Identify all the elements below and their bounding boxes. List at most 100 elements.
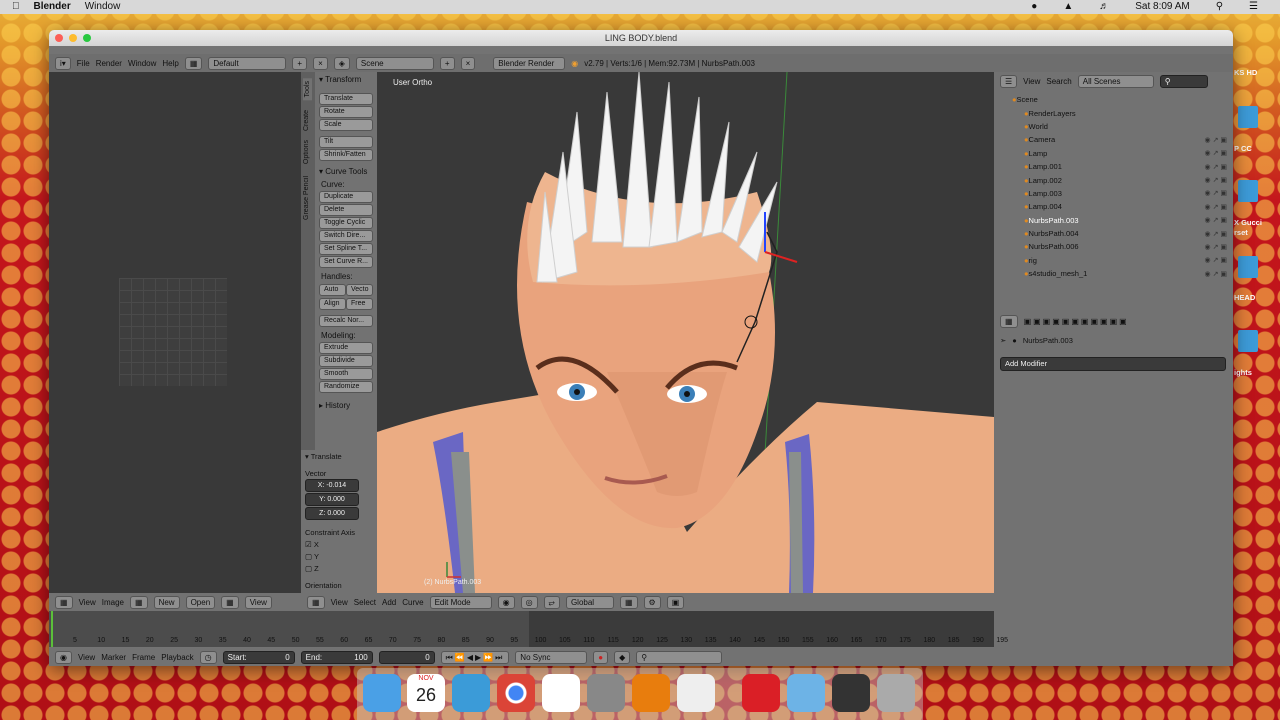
subdivide-button[interactable]: Subdivide — [319, 355, 373, 367]
constraint-x-checkbox[interactable]: ☑ X — [305, 540, 373, 549]
shading-icon[interactable]: ◉ — [497, 595, 515, 609]
add-modifier-button[interactable]: Add Modifier — [1000, 357, 1226, 371]
menu-render[interactable]: Render — [96, 59, 122, 68]
browse-image-icon[interactable]: ▦ — [130, 595, 148, 609]
outliner-item[interactable]: ● Lamp ◉ ↗ ▣ — [994, 147, 1233, 160]
volume-icon[interactable]: ♬ — [1099, 0, 1109, 14]
visibility-toggle-icons[interactable]: ◉ ↗ ▣ — [1205, 163, 1227, 171]
visibility-toggle-icons[interactable]: ◉ ↗ ▣ — [1205, 203, 1227, 211]
switch-direction-button[interactable]: Switch Dire... — [319, 230, 373, 242]
viewport-select-menu[interactable]: Select — [354, 598, 376, 607]
vector-x-field[interactable]: X: -0.014 — [305, 479, 359, 492]
scene-icon[interactable]: ◈ — [333, 56, 350, 70]
pivot-icon[interactable]: ◎ — [520, 595, 538, 609]
photos-icon[interactable] — [832, 674, 870, 712]
desktop-label[interactable]: ights — [1234, 368, 1252, 377]
keyframe-icon[interactable]: ◆ — [614, 650, 631, 664]
scene-select[interactable]: Scene — [355, 56, 434, 70]
handle-free-button[interactable]: Free — [346, 298, 373, 310]
sync-select[interactable]: No Sync — [515, 650, 588, 664]
menu-icon[interactable]: ☰ — [1249, 0, 1258, 14]
tab-create[interactable]: Create — [303, 110, 310, 131]
manipulator-icon[interactable]: ⥂ — [543, 595, 560, 609]
folder-icon[interactable] — [787, 674, 825, 712]
minimize-button[interactable] — [69, 34, 77, 42]
sims-icon[interactable] — [542, 674, 580, 712]
3d-viewport[interactable]: User Ortho (2) NurbsPath.003 — [377, 72, 994, 593]
menu-window[interactable]: Window — [128, 59, 156, 68]
viewport-view-menu[interactable]: View — [331, 598, 348, 607]
finder-icon[interactable] — [363, 674, 401, 712]
zoom-button[interactable] — [83, 34, 91, 42]
pin-icon[interactable]: ➣ — [1000, 336, 1006, 345]
app-menu[interactable]: Blender — [34, 0, 71, 14]
visibility-toggle-icons[interactable]: ◉ ↗ ▣ — [1205, 216, 1227, 224]
outliner-search-input[interactable]: ⚲ — [1159, 74, 1208, 88]
viewport-add-menu[interactable]: Add — [382, 598, 396, 607]
outliner-item[interactable]: ● NurbsPath.004 ◉ ↗ ▣ — [994, 227, 1233, 240]
smooth-button[interactable]: Smooth — [319, 368, 373, 380]
vector-y-field[interactable]: Y: 0.000 — [305, 493, 359, 506]
history-panel-title[interactable]: ▸ History — [319, 401, 377, 410]
timeline-frame-menu[interactable]: Frame — [132, 653, 155, 662]
visibility-toggle-icons[interactable]: ◉ ↗ ▣ — [1205, 230, 1227, 238]
visibility-toggle-icons[interactable]: ◉ ↗ ▣ — [1205, 256, 1227, 264]
menu-file[interactable]: File — [77, 59, 90, 68]
toggle-cyclic-button[interactable]: Toggle Cyclic — [319, 217, 373, 229]
orientation-select[interactable]: Global — [565, 595, 614, 609]
end-frame-field[interactable]: End: 100 — [300, 650, 373, 664]
timeline-marker-menu[interactable]: Marker — [101, 653, 126, 662]
window-menu[interactable]: Window — [85, 0, 121, 14]
translate-button[interactable]: Translate — [319, 93, 373, 105]
constraint-y-checkbox[interactable]: ▢ Y — [305, 552, 373, 561]
outliner-item[interactable]: ● s4studio_mesh_1 ◉ ↗ ▣ — [994, 267, 1233, 280]
constraint-z-checkbox[interactable]: ▢ Z — [305, 564, 373, 573]
chrome-icon[interactable] — [497, 674, 535, 712]
app-icon[interactable] — [677, 674, 715, 712]
playback-controls[interactable]: ⏮⏪◀▶⏩⏭ — [440, 650, 510, 664]
randomize-button[interactable]: Randomize — [319, 381, 373, 393]
keying-set-field[interactable]: ⚲ — [636, 650, 723, 664]
sims-studio-icon[interactable] — [452, 674, 490, 712]
view-mode-select[interactable]: View — [244, 595, 272, 609]
desktop-icon[interactable] — [1236, 60, 1258, 66]
vector-z-field[interactable]: Z: 0.000 — [305, 507, 359, 520]
editor-type-icon[interactable]: ▦ — [55, 595, 73, 609]
current-frame-field[interactable]: 0 — [378, 650, 435, 664]
wifi-icon[interactable]: ▲ — [1063, 0, 1073, 14]
outliner-item[interactable]: ● rig ◉ ↗ ▣ — [994, 254, 1233, 267]
layout-select[interactable]: Default — [208, 56, 287, 70]
desktop-label[interactable]: P CC — [1234, 144, 1252, 153]
search-icon[interactable]: ⚲ — [1216, 0, 1223, 14]
duplicate-button[interactable]: Duplicate — [319, 191, 373, 203]
desktop-folder-icon[interactable] — [1238, 330, 1258, 352]
set-spline-type-button[interactable]: Set Spline T... — [319, 243, 373, 255]
outliner-search-menu[interactable]: Search — [1046, 77, 1071, 86]
outliner-item[interactable]: ● NurbsPath.003 ◉ ↗ ▣ — [994, 214, 1233, 227]
apple-icon[interactable]:  — [12, 0, 20, 14]
menu-help[interactable]: Help — [162, 59, 178, 68]
editor-type-icon[interactable]: ▦ — [1000, 314, 1018, 328]
open-image-button[interactable]: Open — [185, 595, 216, 609]
set-curve-radius-button[interactable]: Set Curve R... — [319, 256, 373, 268]
outliner-item[interactable]: ● Lamp.003 ◉ ↗ ▣ — [994, 187, 1233, 200]
desktop-folder-icon[interactable] — [1238, 106, 1258, 128]
outliner-item[interactable]: ● Scene — [994, 93, 1233, 106]
editor-type-icon[interactable]: ☰ — [1000, 74, 1018, 88]
rotate-button[interactable]: Rotate — [319, 106, 373, 118]
visibility-toggle-icons[interactable]: ◉ ↗ ▣ — [1205, 176, 1227, 184]
image-image-menu[interactable]: Image — [102, 598, 124, 607]
outliner-item[interactable]: ● Camera ◉ ↗ ▣ — [994, 133, 1233, 146]
outliner-item[interactable]: ● RenderLayers — [994, 106, 1233, 119]
image-view-menu[interactable]: View — [79, 598, 96, 607]
remove-scene-button[interactable]: × — [460, 56, 476, 70]
outliner-item[interactable]: ● NurbsPath.006 ◉ ↗ ▣ — [994, 240, 1233, 253]
layers-icon[interactable]: ▦ — [619, 595, 638, 609]
tab-tools[interactable]: Tools — [303, 78, 312, 101]
outliner-item[interactable]: ● Lamp.002 ◉ ↗ ▣ — [994, 173, 1233, 186]
engine-select[interactable]: Blender Render — [493, 56, 566, 70]
outliner-item[interactable]: ● World — [994, 120, 1233, 133]
desktop-label[interactable]: KS HD — [1234, 68, 1257, 77]
info-icon[interactable]: i▾ — [55, 56, 71, 70]
status-icon[interactable]: ● — [1031, 0, 1037, 14]
